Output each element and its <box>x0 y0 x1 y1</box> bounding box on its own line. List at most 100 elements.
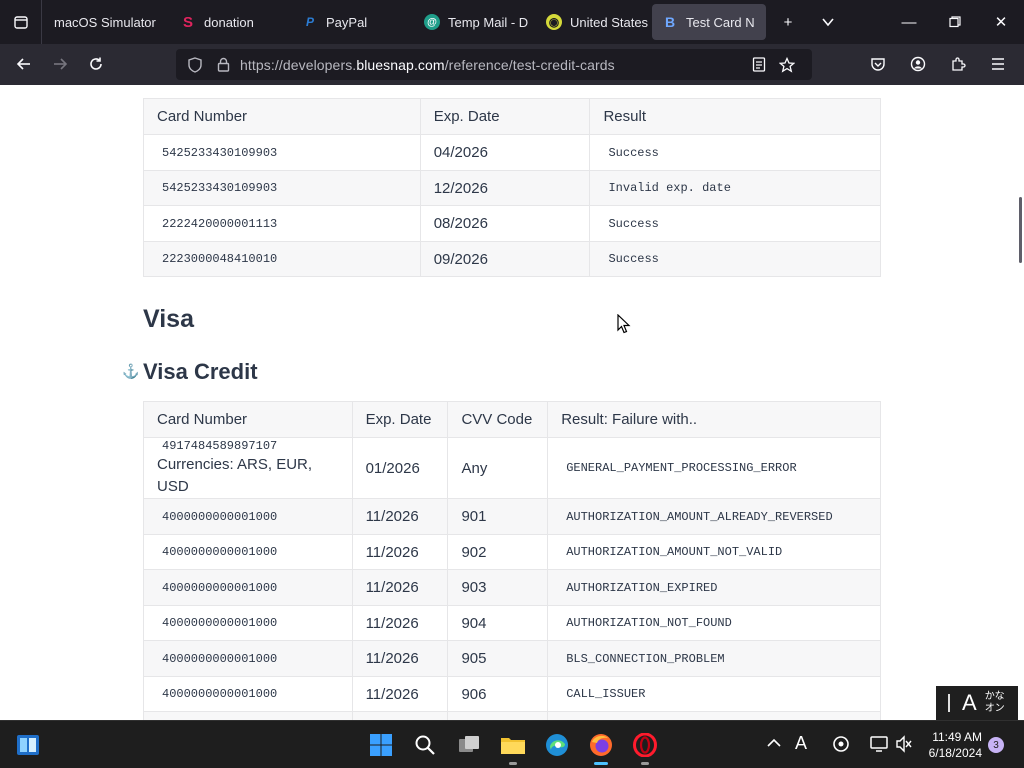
tab-title: donation <box>204 14 254 30</box>
tab-united-states[interactable]: ◉ United States <box>536 4 648 40</box>
table-row: 4000000000001000 11/2026 902 AUTHORIZATI… <box>143 534 881 570</box>
table-row: 4000000000001000 11/2026 904 AUTHORIZATI… <box>143 605 881 641</box>
card-number-cell: 4000000000001000 <box>143 569 353 606</box>
forward-icon[interactable] <box>42 48 78 80</box>
lock-icon[interactable] <box>212 57 234 72</box>
tab-test-card[interactable]: B Test Card N ✕ <box>652 4 766 40</box>
ime-kana-toggle[interactable]: かな オン <box>985 691 1005 715</box>
search-icon[interactable] <box>410 730 440 760</box>
show-hidden-icons-chevron-icon[interactable] <box>766 735 782 755</box>
globe-favicon-icon: ◉ <box>546 14 562 30</box>
card-number-cell: 4000000000001000 <box>143 498 353 535</box>
volume-muted-icon[interactable] <box>895 735 913 757</box>
close-window-icon[interactable]: ✕ <box>978 0 1024 44</box>
exp-date-cell: 08/2026 <box>419 205 591 242</box>
firefox-icon[interactable] <box>586 730 616 765</box>
scrollbar-thumb[interactable] <box>1019 197 1022 263</box>
maximize-icon[interactable] <box>932 0 978 44</box>
tab-title: Temp Mail - D <box>448 14 529 30</box>
result-cell: Success <box>589 241 881 277</box>
result-cell: AUTHORIZATION_NOT_FOUND <box>547 605 881 641</box>
file-explorer-icon[interactable] <box>498 730 528 765</box>
monitor-icon[interactable] <box>870 735 888 757</box>
ime-mode-indicator[interactable]: A <box>962 690 977 716</box>
card-number-cell: 5425233430109903 <box>143 134 421 171</box>
new-tab-icon[interactable]: + <box>768 0 808 44</box>
system-clock[interactable]: 11:49 AM 6/18/2024 <box>922 729 982 761</box>
tab-temp-mail[interactable]: @ Temp Mail - D <box>414 4 532 40</box>
cvv-cell <box>447 711 549 720</box>
extensions-icon[interactable] <box>940 48 976 80</box>
exp-date-cell: 11/2026 <box>351 640 449 677</box>
result-cell: Success <box>589 205 881 242</box>
shield-icon[interactable] <box>184 56 206 73</box>
ime-divider <box>948 694 950 712</box>
taskbar: A 11:49 AM 6/18/2024 3 <box>0 720 1024 768</box>
notification-badge[interactable]: 3 <box>988 737 1004 753</box>
hamburger-menu-icon[interactable] <box>980 48 1016 80</box>
edge-browser-icon[interactable] <box>542 730 572 760</box>
exp-date-cell: 11/2026 <box>351 498 449 535</box>
exp-date-cell: 11/2026 <box>351 569 449 606</box>
vertical-scrollbar[interactable] <box>1018 85 1024 720</box>
tab-bar: macOS Simulator S donation P PayPal @ Te… <box>0 0 1024 44</box>
card-number: 4917484589897107 <box>162 439 278 453</box>
result-cell: AUTHORIZATION_AMOUNT_NOT_VALID <box>547 534 881 570</box>
exp-date-cell: 01/2026 <box>351 437 449 499</box>
visa-credit-heading: Visa Credit <box>143 359 258 384</box>
column-header: Result <box>589 98 881 135</box>
card-number-cell <box>143 711 353 720</box>
tab-macos-simulator[interactable]: macOS Simulator <box>44 4 166 40</box>
exp-date-cell: 11/2026 <box>351 534 449 570</box>
reader-view-icon[interactable] <box>748 57 770 72</box>
active-indicator <box>594 762 608 765</box>
result-cell: GENERAL_PAYMENT_PROCESSING_ERROR <box>547 437 881 499</box>
cvv-cell: 902 <box>447 534 549 570</box>
chevron-down-icon[interactable] <box>808 0 848 44</box>
table-header-row: Card Number Exp. Date Result <box>143 98 881 135</box>
mouse-cursor-icon <box>617 313 631 339</box>
cvv-cell: Any <box>447 437 549 499</box>
tab-title: macOS Simulator <box>54 14 156 30</box>
start-windows-icon[interactable] <box>366 730 396 760</box>
minimize-icon[interactable]: — <box>886 0 932 44</box>
column-header: Result: Failure with.. <box>547 401 881 438</box>
task-view-icon[interactable] <box>454 730 484 760</box>
opera-icon[interactable] <box>630 730 660 765</box>
exp-date-cell: 11/2026 <box>351 605 449 641</box>
table-row: 4917484589897107 Currencies: ARS, EUR, U… <box>143 437 881 499</box>
column-header: Exp. Date <box>419 98 591 135</box>
cvv-cell: 901 <box>447 498 549 535</box>
result-cell: Invalid exp. date <box>589 170 881 206</box>
reload-icon[interactable] <box>78 48 114 80</box>
tab-paypal[interactable]: P PayPal <box>292 4 410 40</box>
result-cell: AUTHORIZATION_EXPIRED <box>547 569 881 606</box>
back-icon[interactable] <box>6 48 42 80</box>
card-number-cell: 4917484589897107 Currencies: ARS, EUR, U… <box>143 437 353 499</box>
ime-toolbar[interactable]: A かな オン <box>936 686 1018 720</box>
account-icon[interactable] <box>900 48 936 80</box>
copilot-icon[interactable] <box>832 735 850 757</box>
cvv-cell: 906 <box>447 676 549 712</box>
tab-donation[interactable]: S donation <box>170 4 288 40</box>
bookmark-star-icon[interactable] <box>776 56 798 73</box>
tab-list-icon[interactable] <box>0 0 42 44</box>
language-indicator-icon[interactable]: A <box>795 733 807 754</box>
currencies-note: Currencies: ARS, EUR, USD <box>157 456 313 495</box>
card-number-cell: 2223000048410010 <box>143 241 421 277</box>
table-row <box>143 711 881 720</box>
exp-date-cell: 09/2026 <box>419 241 591 277</box>
table-row: 4000000000001000 11/2026 901 AUTHORIZATI… <box>143 498 881 535</box>
temp-mail-favicon-icon: @ <box>424 14 440 30</box>
anchor-icon[interactable]: ⚓ <box>122 363 139 380</box>
bluesnap-favicon-icon: B <box>664 14 676 30</box>
address-bar[interactable]: https://developers.bluesnap.com/referenc… <box>176 49 812 80</box>
url-text: https://developers.bluesnap.com/referenc… <box>240 56 615 73</box>
visa-heading: Visa <box>143 305 194 333</box>
tab-title: United States <box>570 14 648 30</box>
clock-date: 6/18/2024 <box>928 746 982 760</box>
card-number-cell: 2222420000001113 <box>143 205 421 242</box>
pocket-icon[interactable] <box>860 48 896 80</box>
column-header: Exp. Date <box>351 401 449 438</box>
widgets-icon[interactable] <box>13 730 43 760</box>
